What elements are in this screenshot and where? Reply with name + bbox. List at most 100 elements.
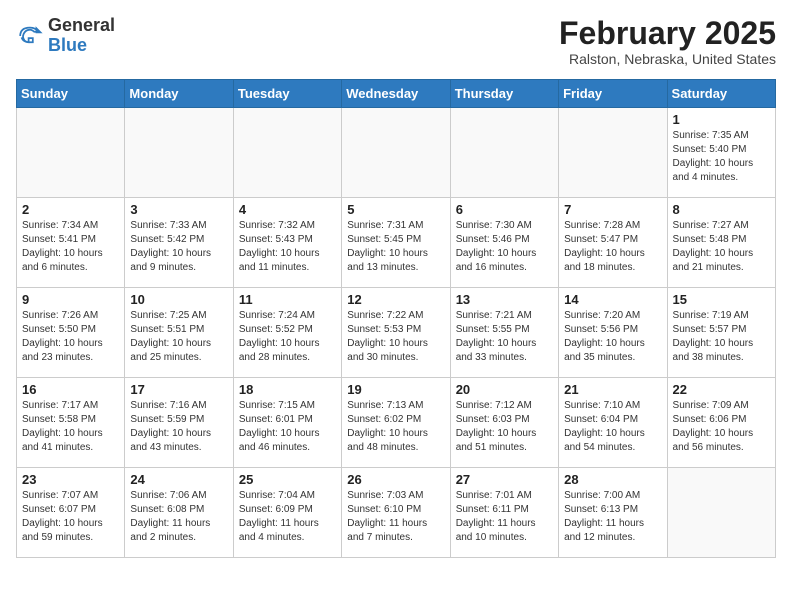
day-info: Sunrise: 7:01 AM Sunset: 6:11 PM Dayligh…: [456, 489, 553, 545]
logo-text: General Blue: [48, 16, 115, 56]
logo: General Blue: [16, 16, 115, 56]
calendar-day-cell: 5Sunrise: 7:31 AM Sunset: 5:45 PM Daylig…: [342, 198, 450, 288]
day-number: 20: [456, 382, 553, 397]
calendar-week-row: 23 Sunrise: 7:07 AM Sunset: 6:07 PM Dayli…: [17, 468, 776, 558]
day-number: 24: [130, 472, 227, 487]
day-number: 26: [347, 472, 444, 487]
calendar-day-cell: 25Sunrise: 7:04 AM Sunset: 6:09 PM Dayli…: [233, 468, 341, 558]
calendar-day-cell: 20 Sunrise: 7:12 AM Sunset: 6:03 PM Dayli…: [450, 378, 558, 468]
day-info: Sunrise: 7:24 AM Sunset: 5:52 PM Dayligh…: [239, 309, 336, 365]
calendar-day-cell: 15 Sunrise: 7:19 AM Sunset: 5:57 PM Dayli…: [667, 288, 775, 378]
calendar-day-cell: 17 Sunrise: 7:16 AM Sunset: 5:59 PM Dayli…: [125, 378, 233, 468]
day-number: 28: [564, 472, 661, 487]
day-number: 23: [22, 472, 119, 487]
day-number: 19: [347, 382, 444, 397]
day-info: Sunrise: 7:17 AM Sunset: 5:58 PM Dayligh…: [22, 399, 119, 455]
calendar-day-cell: [342, 108, 450, 198]
day-number: 4: [239, 202, 336, 217]
logo-blue: Blue: [48, 36, 115, 56]
calendar-day-cell: 10 Sunrise: 7:25 AM Sunset: 5:51 PM Dayli…: [125, 288, 233, 378]
calendar-day-cell: [559, 108, 667, 198]
day-number: 12: [347, 292, 444, 307]
day-info: Sunrise: 7:00 AM Sunset: 6:13 PM Dayligh…: [564, 489, 661, 545]
day-info: Sunrise: 7:03 AM Sunset: 6:10 PM Dayligh…: [347, 489, 444, 545]
day-info: Sunrise: 7:16 AM Sunset: 5:59 PM Dayligh…: [130, 399, 227, 455]
day-info: Sunrise: 7:06 AM Sunset: 6:08 PM Dayligh…: [130, 489, 227, 545]
calendar-day-cell: 13 Sunrise: 7:21 AM Sunset: 5:55 PM Dayli…: [450, 288, 558, 378]
day-number: 11: [239, 292, 336, 307]
calendar-day-cell: 18 Sunrise: 7:15 AM Sunset: 6:01 PM Dayli…: [233, 378, 341, 468]
day-info: Sunrise: 7:30 AM Sunset: 5:46 PM Dayligh…: [456, 219, 553, 275]
calendar-day-cell: 1 Sunrise: 7:35 AM Sunset: 5:40 PM Daylig…: [667, 108, 775, 198]
calendar-table: SundayMondayTuesdayWednesdayThursdayFrid…: [16, 79, 776, 558]
day-number: 27: [456, 472, 553, 487]
calendar-day-cell: 27 Sunrise: 7:01 AM Sunset: 6:11 PM Dayli…: [450, 468, 558, 558]
day-info: Sunrise: 7:35 AM Sunset: 5:40 PM Dayligh…: [673, 129, 770, 185]
day-info: Sunrise: 7:32 AM Sunset: 5:43 PM Dayligh…: [239, 219, 336, 275]
logo-general: General: [48, 16, 115, 36]
calendar-day-cell: 22Sunrise: 7:09 AM Sunset: 6:06 PM Dayli…: [667, 378, 775, 468]
day-number: 18: [239, 382, 336, 397]
location: Ralston, Nebraska, United States: [559, 51, 776, 67]
day-info: Sunrise: 7:20 AM Sunset: 5:56 PM Dayligh…: [564, 309, 661, 365]
calendar-day-cell: [125, 108, 233, 198]
weekday-header: Wednesday: [342, 80, 450, 108]
day-number: 13: [456, 292, 553, 307]
day-number: 15: [673, 292, 770, 307]
weekday-header: Tuesday: [233, 80, 341, 108]
day-number: 2: [22, 202, 119, 217]
day-number: 16: [22, 382, 119, 397]
day-info: Sunrise: 7:15 AM Sunset: 6:01 PM Dayligh…: [239, 399, 336, 455]
day-info: Sunrise: 7:25 AM Sunset: 5:51 PM Dayligh…: [130, 309, 227, 365]
calendar-week-row: 2 Sunrise: 7:34 AM Sunset: 5:41 PM Daylig…: [17, 198, 776, 288]
day-info: Sunrise: 7:13 AM Sunset: 6:02 PM Dayligh…: [347, 399, 444, 455]
day-number: 6: [456, 202, 553, 217]
day-info: Sunrise: 7:34 AM Sunset: 5:41 PM Dayligh…: [22, 219, 119, 275]
weekday-header: Thursday: [450, 80, 558, 108]
calendar-day-cell: [17, 108, 125, 198]
day-info: Sunrise: 7:33 AM Sunset: 5:42 PM Dayligh…: [130, 219, 227, 275]
calendar-day-cell: 9Sunrise: 7:26 AM Sunset: 5:50 PM Daylig…: [17, 288, 125, 378]
calendar-week-row: 1 Sunrise: 7:35 AM Sunset: 5:40 PM Daylig…: [17, 108, 776, 198]
day-info: Sunrise: 7:10 AM Sunset: 6:04 PM Dayligh…: [564, 399, 661, 455]
logo-icon: [16, 22, 44, 50]
calendar-day-cell: 26 Sunrise: 7:03 AM Sunset: 6:10 PM Dayli…: [342, 468, 450, 558]
calendar-day-cell: 7Sunrise: 7:28 AM Sunset: 5:47 PM Daylig…: [559, 198, 667, 288]
calendar-day-cell: 3Sunrise: 7:33 AM Sunset: 5:42 PM Daylig…: [125, 198, 233, 288]
calendar-day-cell: 4 Sunrise: 7:32 AM Sunset: 5:43 PM Daylig…: [233, 198, 341, 288]
calendar-day-cell: 23 Sunrise: 7:07 AM Sunset: 6:07 PM Dayli…: [17, 468, 125, 558]
calendar-day-cell: 2 Sunrise: 7:34 AM Sunset: 5:41 PM Daylig…: [17, 198, 125, 288]
day-number: 10: [130, 292, 227, 307]
calendar-day-cell: 8Sunrise: 7:27 AM Sunset: 5:48 PM Daylig…: [667, 198, 775, 288]
calendar-day-cell: 21Sunrise: 7:10 AM Sunset: 6:04 PM Dayli…: [559, 378, 667, 468]
day-info: Sunrise: 7:09 AM Sunset: 6:06 PM Dayligh…: [673, 399, 770, 455]
calendar-header-row: SundayMondayTuesdayWednesdayThursdayFrid…: [17, 80, 776, 108]
calendar-day-cell: 12Sunrise: 7:22 AM Sunset: 5:53 PM Dayli…: [342, 288, 450, 378]
calendar-day-cell: [667, 468, 775, 558]
day-number: 17: [130, 382, 227, 397]
day-info: Sunrise: 7:07 AM Sunset: 6:07 PM Dayligh…: [22, 489, 119, 545]
calendar-day-cell: 16 Sunrise: 7:17 AM Sunset: 5:58 PM Dayli…: [17, 378, 125, 468]
day-info: Sunrise: 7:04 AM Sunset: 6:09 PM Dayligh…: [239, 489, 336, 545]
title-block: February 2025 Ralston, Nebraska, United …: [559, 16, 776, 67]
weekday-header: Saturday: [667, 80, 775, 108]
calendar-day-cell: [450, 108, 558, 198]
calendar-week-row: 16 Sunrise: 7:17 AM Sunset: 5:58 PM Dayli…: [17, 378, 776, 468]
day-info: Sunrise: 7:19 AM Sunset: 5:57 PM Dayligh…: [673, 309, 770, 365]
day-number: 1: [673, 112, 770, 127]
weekday-header: Sunday: [17, 80, 125, 108]
day-info: Sunrise: 7:26 AM Sunset: 5:50 PM Dayligh…: [22, 309, 119, 365]
calendar-day-cell: [233, 108, 341, 198]
day-info: Sunrise: 7:31 AM Sunset: 5:45 PM Dayligh…: [347, 219, 444, 275]
calendar-day-cell: 14Sunrise: 7:20 AM Sunset: 5:56 PM Dayli…: [559, 288, 667, 378]
day-info: Sunrise: 7:27 AM Sunset: 5:48 PM Dayligh…: [673, 219, 770, 275]
day-info: Sunrise: 7:28 AM Sunset: 5:47 PM Dayligh…: [564, 219, 661, 275]
weekday-header: Monday: [125, 80, 233, 108]
day-info: Sunrise: 7:21 AM Sunset: 5:55 PM Dayligh…: [456, 309, 553, 365]
weekday-header: Friday: [559, 80, 667, 108]
day-info: Sunrise: 7:12 AM Sunset: 6:03 PM Dayligh…: [456, 399, 553, 455]
calendar-week-row: 9Sunrise: 7:26 AM Sunset: 5:50 PM Daylig…: [17, 288, 776, 378]
month-year: February 2025: [559, 16, 776, 51]
calendar-day-cell: 24 Sunrise: 7:06 AM Sunset: 6:08 PM Dayli…: [125, 468, 233, 558]
calendar-day-cell: 28 Sunrise: 7:00 AM Sunset: 6:13 PM Dayli…: [559, 468, 667, 558]
